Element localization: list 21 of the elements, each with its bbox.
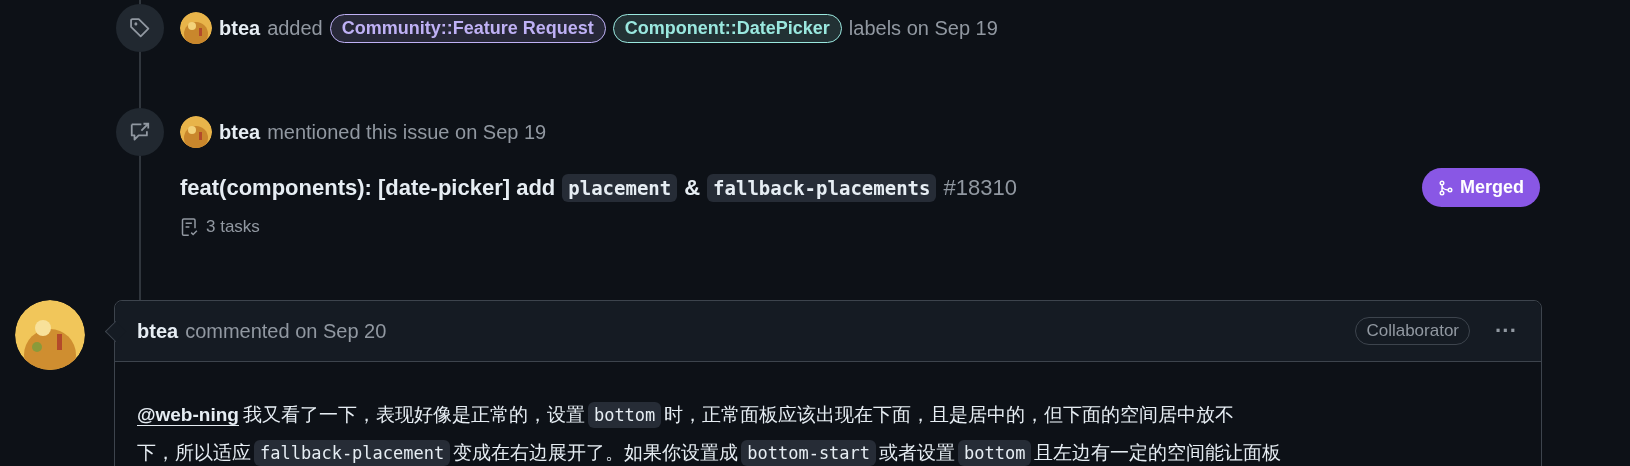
avatar[interactable] [15, 300, 85, 370]
event-text: added [267, 16, 323, 40]
more-options-button[interactable]: ··· [1491, 318, 1521, 344]
tag-icon [116, 4, 164, 52]
event-text: labels on Sep 19 [848, 16, 998, 40]
comment-date: commented on Sep 20 [185, 319, 388, 343]
author-link[interactable]: btea [137, 319, 179, 343]
avatar[interactable] [180, 12, 212, 44]
task-count: 3 tasks [206, 217, 260, 237]
author-link[interactable]: btea [219, 120, 261, 144]
event-text: mentioned this issue on Sep 19 [267, 120, 547, 144]
merged-status-badge: Merged [1422, 168, 1540, 207]
author-link[interactable]: btea [219, 16, 261, 40]
comment-text: @web-ning 我又看了一下，表现好像是正常的，设置 bottom 时，正常面板应该出现在下面，且是居中的，但下面的空间居中放不 下，所以适应 fallback-placement 变成在右边展开了。如果你设置成 bottom-start 或者设置 bottom 且左边有一定的空间能让面板 [137, 396, 1519, 466]
checklist-icon [180, 217, 200, 237]
cross-reference-icon [116, 108, 164, 156]
pull-request-title-link[interactable]: feat(components): [date-picker] add placement & fallback-placements #18310 [180, 173, 1017, 202]
mention-link[interactable]: @web-ning [137, 404, 239, 426]
label-tag[interactable]: Community::Feature Request [329, 13, 606, 43]
label-tag[interactable]: Component::DatePicker [612, 13, 842, 43]
avatar[interactable] [180, 116, 212, 148]
